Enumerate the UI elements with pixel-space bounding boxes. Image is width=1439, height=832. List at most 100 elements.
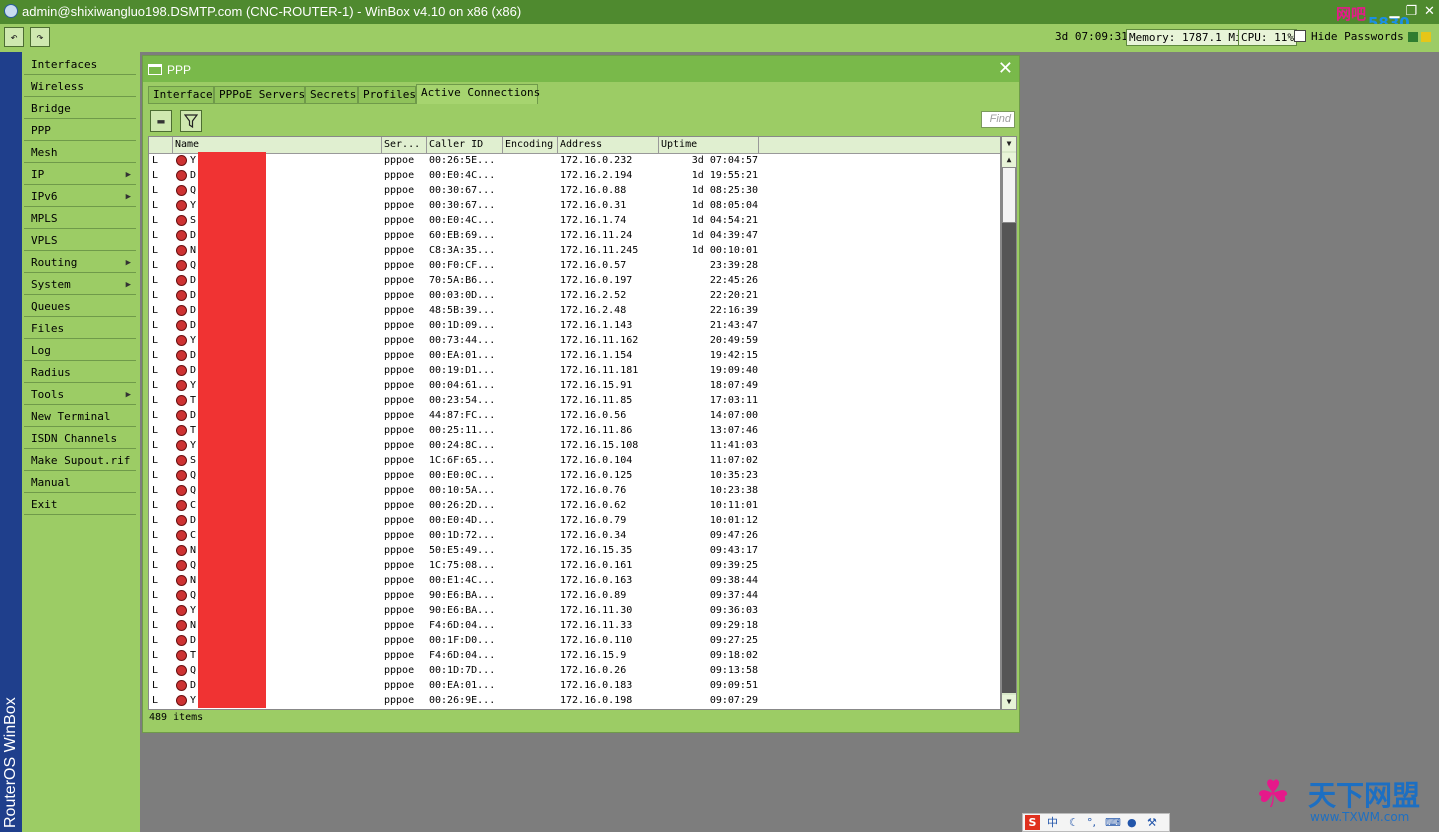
table-row[interactable]: LC pppoe 00:26:2D... 172.16.0.62 10:11:01 [149, 498, 1000, 513]
column-header-flag[interactable] [149, 137, 173, 153]
table-row[interactable]: LD 01pppoe00:E0:4C...172.16.2.1941d 19:5… [149, 168, 1000, 183]
table-row[interactable]: LD 01pppoe44:87:FC...172.16.0.5614:07:00 [149, 408, 1000, 423]
sidebar-item-ipv6[interactable]: IPv6 ▶ [24, 187, 136, 207]
punctuation-icon[interactable]: °, [1087, 814, 1096, 831]
maximize-icon[interactable]: ❐ [1403, 2, 1420, 19]
table-row[interactable]: LT pppoe 00:23:54... 172.16.11.85 17:03:11 [149, 393, 1000, 408]
column-header-caller_id[interactable]: Caller ID [427, 137, 503, 153]
table-row[interactable]: LQ 4pppoe90:E6:BA...172.16.0.8909:37:44 [149, 588, 1000, 603]
close-icon[interactable]: ✕ [998, 58, 1013, 79]
sidebar-item-interfaces[interactable]: Interfaces [24, 55, 136, 75]
scroll-down-icon[interactable]: ▼ [1002, 695, 1016, 709]
pppoe-connection-icon [176, 620, 187, 631]
sidebar-item-vpls[interactable]: VPLS [24, 231, 136, 251]
remove-button[interactable]: ▬ [150, 110, 172, 132]
column-header-service[interactable]: Ser... [382, 137, 427, 153]
minimize-icon[interactable]: ▁ [1386, 2, 1403, 19]
undo-button[interactable]: ↶ [4, 27, 24, 47]
table-row[interactable]: LT pppoe 00:25:11... 172.16.11.86 13:07:46 [149, 423, 1000, 438]
ppp-window-titlebar[interactable]: PPP ✕ [143, 56, 1019, 82]
table-row[interactable]: LY pppoe 00:26:9E... 172.16.0.198 09:07:29 [149, 693, 1000, 708]
close-icon[interactable]: ✕ [1421, 2, 1438, 19]
keyboard-icon[interactable]: ⌨ [1105, 814, 1121, 831]
scroll-up-icon[interactable]: ▲ [1002, 153, 1016, 167]
sidebar-item-log[interactable]: Log [24, 341, 136, 361]
sidebar-item-isdn-channels[interactable]: ISDN Channels [24, 429, 136, 449]
table-row[interactable]: LC pppoe 00:1D:72... 172.16.0.34 09:47:26 [149, 528, 1000, 543]
table-row[interactable]: LY 8pppoe00:30:67...172.16.0.311d 08:05:… [149, 198, 1000, 213]
tab-pppoe-servers[interactable]: PPPoE Servers [214, 86, 305, 104]
ime-toolbar[interactable]: S 中 ☾ °, ⌨ ● ⚒ [1022, 813, 1170, 832]
row-service: pppoe [384, 185, 415, 196]
table-row[interactable]: LY pppoe 00:73:44... 172.16.11.162 20:49:59 [149, 333, 1000, 348]
table-row[interactable]: LN pppoe C8:3A:35... 172.16.11.245 1d 00:10… [149, 243, 1000, 258]
filter-button[interactable] [180, 110, 202, 132]
sidebar-item-exit[interactable]: Exit [24, 495, 136, 515]
sidebar-item-mesh[interactable]: Mesh [24, 143, 136, 163]
scroll-down-menu-icon[interactable]: ▼ [1002, 137, 1016, 151]
row-address: 172.16.0.76 [560, 485, 627, 496]
table-row[interactable]: LN pppoe 00:E1:4C... 172.16.0.163 09:38:44 [149, 573, 1000, 588]
sidebar-item-queues[interactable]: Queues [24, 297, 136, 317]
tab-secrets[interactable]: Secrets [305, 86, 358, 104]
table-row[interactable]: LD 01pppoe00:1F:D0...172.16.0.11009:27:2… [149, 633, 1000, 648]
table-row[interactable]: LQ pppoe 00:30:67... 172.16.0.88 1d 08:25:3… [149, 183, 1000, 198]
sidebar-item-ip[interactable]: IP ▶ [24, 165, 136, 185]
sidebar-item-radius[interactable]: Radius [24, 363, 136, 383]
sidebar-item-system[interactable]: System ▶ [24, 275, 136, 295]
column-header-uptime[interactable]: Uptime [659, 137, 759, 153]
user-icon[interactable]: ● [1127, 814, 1137, 831]
table-row[interactable]: LD 01pppoe70:5A:B6...172.16.0.19722:45:2… [149, 273, 1000, 288]
table-row[interactable]: LQ 9pppoe00:F0:CF...172.16.0.5723:39:28 [149, 258, 1000, 273]
table-row[interactable]: LD 03pppoe00:EA:01...172.16.0.18309:09:5… [149, 678, 1000, 693]
table-row[interactable]: LS pppoe 1C:6F:65... 172.16.0.104 11:07:02 [149, 453, 1000, 468]
table-row[interactable]: LD 31pppoe00:EA:01...172.16.1.15419:42:1… [149, 348, 1000, 363]
table-row[interactable]: LY pppoe 00:04:61... 172.16.15.91 18:07:49 [149, 378, 1000, 393]
sogou-icon[interactable]: S [1025, 815, 1040, 830]
redo-button[interactable]: ↷ [30, 27, 50, 47]
sidebar-item-bridge[interactable]: Bridge [24, 99, 136, 119]
sidebar-item-wireless[interactable]: Wireless [24, 77, 136, 97]
table-row[interactable]: LQ 0pppoe00:1D:7D...172.16.0.2609:13:58 [149, 663, 1000, 678]
table-row[interactable]: LD pppoe 00:19:D1... 172.16.11.181 19:09:40 [149, 363, 1000, 378]
find-input[interactable]: Find [981, 111, 1015, 128]
table-row[interactable]: LD pppoe 00:1D:09... 172.16.1.143 21:43:47 [149, 318, 1000, 333]
tab-active-connections[interactable]: Active Connections [416, 84, 540, 104]
pppoe-connection-icon [176, 365, 187, 376]
sidebar-item-files[interactable]: Files [24, 319, 136, 339]
sidebar-item-manual[interactable]: Manual [24, 473, 136, 493]
table-row[interactable]: LD 21pppoe00:E0:4D...172.16.0.7910:01:12 [149, 513, 1000, 528]
table-row[interactable]: LN 2pppoe50:E5:49...172.16.15.3509:43:17 [149, 543, 1000, 558]
scroll-thumb[interactable] [1002, 167, 1016, 223]
column-header-name[interactable]: Name [173, 137, 382, 153]
column-header-address[interactable]: Address [558, 137, 659, 153]
table-row[interactable]: LD pppoe 00:03:0D... 172.16.2.52 22:20:21 [149, 288, 1000, 303]
sidebar-item-mpls[interactable]: MPLS [24, 209, 136, 229]
ime-mode[interactable]: 中 [1047, 814, 1058, 831]
sidebar-item-new-terminal[interactable]: New Terminal [24, 407, 136, 427]
table-row[interactable]: LY Ipppoe00:24:8C...172.16.15.10811:41:0… [149, 438, 1000, 453]
tab-interface[interactable]: Interface [148, 86, 214, 104]
sidebar-item-ppp[interactable]: PPP [24, 121, 136, 141]
table-row[interactable]: LD 02pppoe60:EB:69...172.16.11.241d 04:3… [149, 228, 1000, 243]
wrench-icon[interactable]: ⚒ [1147, 814, 1157, 831]
column-header-encoding[interactable]: Encoding [503, 137, 558, 153]
moon-icon[interactable]: ☾ [1069, 814, 1079, 831]
table-row[interactable]: LQ pppoe 00:E0:0C... 172.16.0.125 10:35:23 [149, 468, 1000, 483]
table-row[interactable]: LQ pppoe 1C:75:08... 172.16.0.161 09:39:25 [149, 558, 1000, 573]
table-row[interactable]: LQ pppoe 00:10:5A... 172.16.0.76 10:23:38 [149, 483, 1000, 498]
sidebar-item-make-supout-rif[interactable]: Make Supout.rif [24, 451, 136, 471]
tab-profiles[interactable]: Profiles [358, 86, 416, 104]
sidebar-item-tools[interactable]: Tools ▶ [24, 385, 136, 405]
scroll-track[interactable] [1002, 223, 1016, 693]
table-row[interactable]: LT pppoe F4:6D:04... 172.16.15.9 09:18:02 [149, 648, 1000, 663]
table-row[interactable]: LD 2pppoe48:5B:39...172.16.2.4822:16:39 [149, 303, 1000, 318]
sidebar-item-routing[interactable]: Routing ▶ [24, 253, 136, 273]
table-row[interactable]: LN pppoe F4:6D:04... 172.16.11.33 09:29:18 [149, 618, 1000, 633]
hide-passwords-checkbox[interactable] [1294, 30, 1306, 42]
table-row[interactable]: LY 15pppoe00:26:5E...172.16.0.2323d 07:0… [149, 153, 1000, 168]
table-row[interactable]: LY pppoe 90:E6:BA... 172.16.11.30 09:36:03 [149, 603, 1000, 618]
row-caller-id: 00:1D:7D... [429, 665, 496, 676]
table-row[interactable]: LS pppoe 00:E0:4C... 172.16.1.74 1d 04:54:2… [149, 213, 1000, 228]
vertical-scrollbar[interactable]: ▼ ▲ ▼ [1001, 136, 1017, 710]
